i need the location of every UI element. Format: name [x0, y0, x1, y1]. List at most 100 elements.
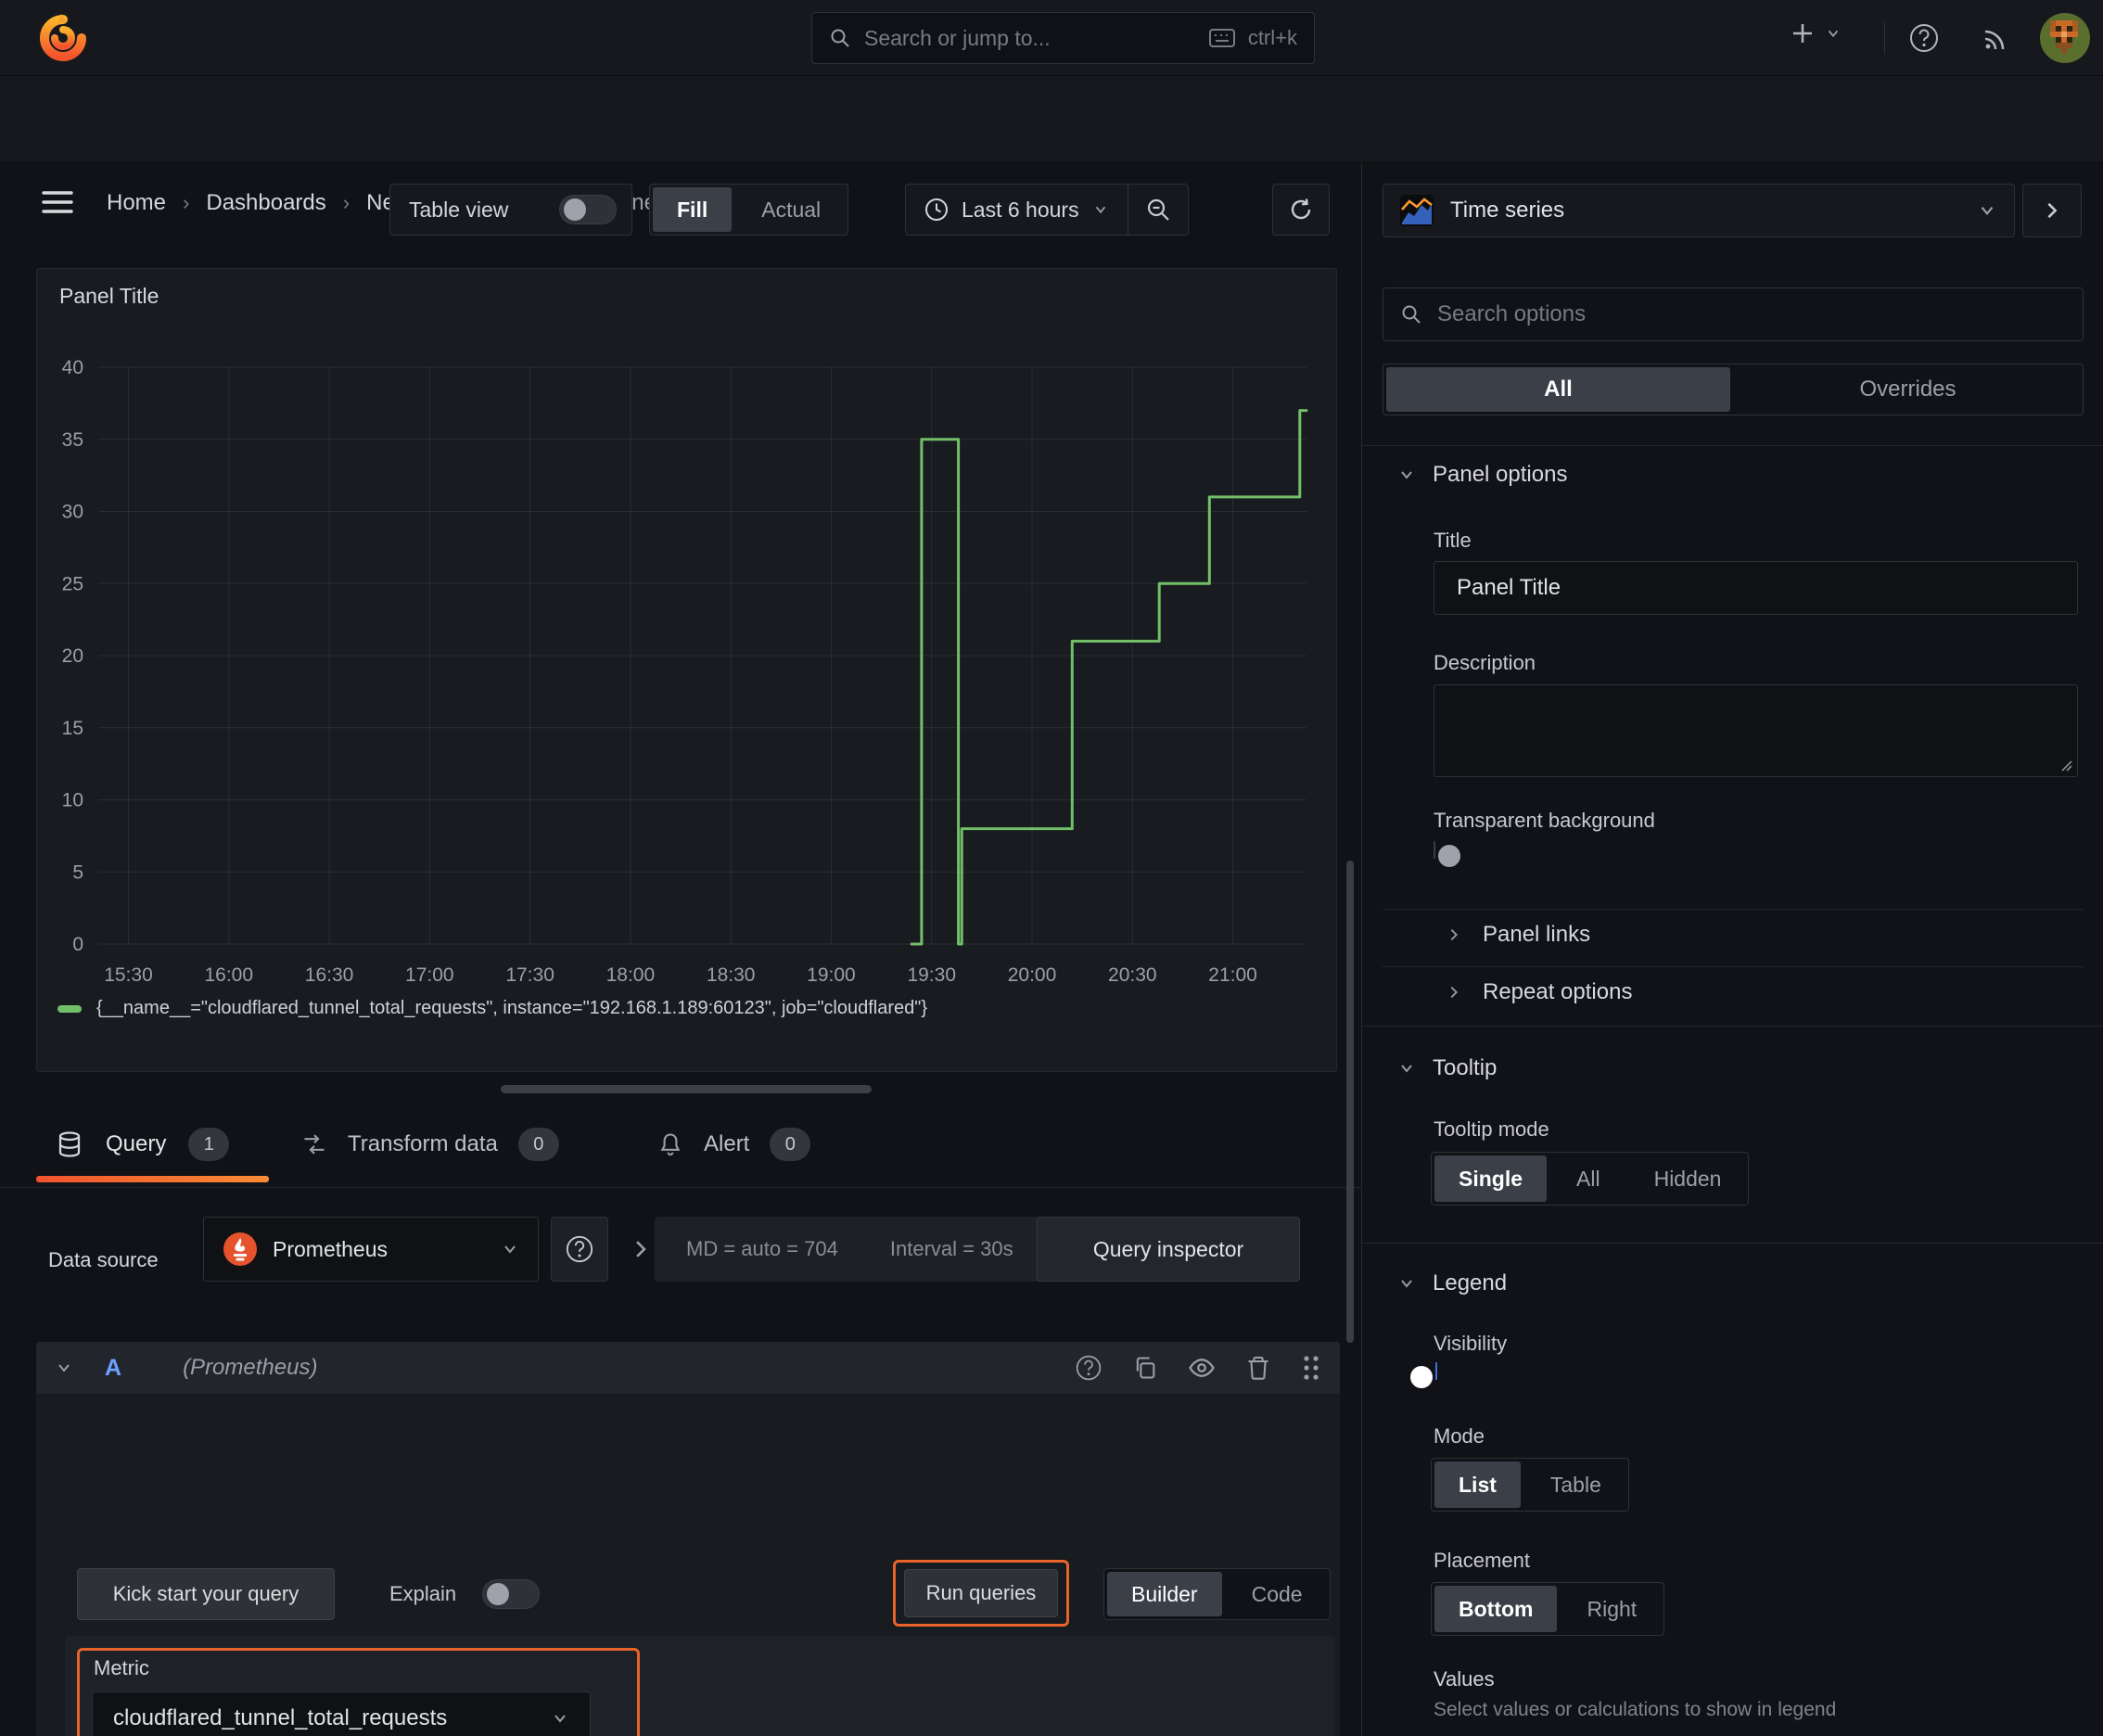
- refresh-button[interactable]: [1272, 184, 1330, 236]
- chevron-down-icon: [1397, 1274, 1416, 1293]
- query-help-icon[interactable]: [1075, 1354, 1102, 1382]
- filter-tab-overrides[interactable]: Overrides: [1736, 367, 2080, 412]
- table-view-toggle[interactable]: [559, 195, 617, 224]
- time-range-picker[interactable]: Last 6 hours: [906, 185, 1128, 235]
- query-ref-id[interactable]: A: [105, 1355, 121, 1382]
- chevron-down-icon: [1092, 201, 1109, 218]
- help-button[interactable]: [1908, 22, 1940, 54]
- kickstart-query-button[interactable]: Kick start your query: [77, 1568, 335, 1620]
- tooltip-section-header[interactable]: Tooltip: [1397, 1055, 1497, 1081]
- run-queries-button[interactable]: Run queries: [904, 1569, 1058, 1617]
- chevron-right-icon: [1446, 984, 1462, 1001]
- description-textarea[interactable]: [1434, 684, 2078, 777]
- placement-label: Placement: [1434, 1549, 1530, 1572]
- legend-series-label[interactable]: {__name__="cloudflared_tunnel_total_requ…: [96, 998, 927, 1019]
- grafana-logo-icon[interactable]: [37, 12, 89, 64]
- query-ref-hint: (Prometheus): [183, 1355, 318, 1380]
- metric-value: cloudflared_tunnel_total_requests: [113, 1705, 448, 1730]
- svg-text:20: 20: [62, 645, 83, 667]
- query-row-card: A (Prometheus) Kick start your query Exp…: [36, 1342, 1340, 1736]
- tab-alert-label: Alert: [704, 1131, 750, 1156]
- collapse-query-chevron-down-icon[interactable]: [55, 1359, 73, 1377]
- fit-actual-option[interactable]: Actual: [737, 187, 845, 232]
- explain-toggle[interactable]: [482, 1579, 541, 1609]
- tabs-divider: [0, 1187, 1361, 1188]
- svg-text:18:30: 18:30: [707, 964, 756, 986]
- avatar-pixel-art: [2050, 20, 2056, 26]
- chevron-right-icon: [1446, 926, 1462, 943]
- transparent-bg-toggle[interactable]: [1434, 841, 1460, 867]
- tab-query-badge: 1: [188, 1128, 230, 1161]
- visualization-value: Time series: [1450, 198, 1565, 223]
- tooltip-mode-all[interactable]: All: [1552, 1155, 1625, 1202]
- editor-mode-builder[interactable]: Builder: [1107, 1572, 1222, 1616]
- vertical-scrollbar[interactable]: [1346, 861, 1354, 1343]
- section-divider: [1383, 909, 2084, 910]
- global-search-box[interactable]: ctrl+k: [811, 12, 1315, 64]
- tab-alert[interactable]: Alert 0: [657, 1118, 811, 1170]
- placement-right[interactable]: Right: [1562, 1586, 1661, 1632]
- tab-transform-badge: 0: [517, 1128, 559, 1161]
- svg-text:21:00: 21:00: [1208, 964, 1257, 986]
- tooltip-mode-hidden[interactable]: Hidden: [1630, 1155, 1746, 1202]
- visibility-label: Visibility: [1434, 1332, 1508, 1355]
- panel-title-value: Panel Title: [1457, 575, 1561, 600]
- explain-label: Explain: [389, 1582, 457, 1605]
- options-search-input[interactable]: [1437, 301, 2066, 327]
- zoom-out-button[interactable]: [1128, 185, 1188, 235]
- svg-text:15:30: 15:30: [104, 964, 153, 986]
- table-view-control: Table view: [389, 184, 632, 236]
- user-avatar[interactable]: [2040, 13, 2090, 63]
- datasource-picker[interactable]: Prometheus: [203, 1217, 539, 1282]
- panel-title-input[interactable]: Panel Title: [1434, 561, 2078, 615]
- repeat-options-section[interactable]: Repeat options: [1446, 979, 1632, 1005]
- svg-text:10: 10: [62, 790, 83, 811]
- duplicate-query-icon[interactable]: [1132, 1355, 1158, 1381]
- legend-mode-list[interactable]: List: [1434, 1462, 1521, 1508]
- options-search-box[interactable]: [1383, 287, 2084, 341]
- panel-title[interactable]: Panel Title: [59, 284, 159, 309]
- collapse-pane-chevron-right-button[interactable]: [2022, 184, 2082, 237]
- prometheus-icon: [223, 1232, 258, 1267]
- query-row-header[interactable]: A (Prometheus): [36, 1342, 1340, 1394]
- filter-tab-all[interactable]: All: [1386, 367, 1730, 412]
- tooltip-mode-label: Tooltip mode: [1434, 1117, 1549, 1141]
- delete-query-trash-icon[interactable]: [1245, 1355, 1271, 1381]
- disable-query-eye-icon[interactable]: [1188, 1354, 1216, 1382]
- expand-stats-chevron-right-icon[interactable]: [629, 1237, 653, 1261]
- time-controls: Last 6 hours: [905, 184, 1189, 236]
- global-search-input[interactable]: [864, 25, 1196, 51]
- legend-visibility-toggle[interactable]: [1410, 1362, 1437, 1388]
- metric-select[interactable]: cloudflared_tunnel_total_requests: [92, 1691, 591, 1736]
- time-series-chart[interactable]: 0 5 10 15 20 25 30 35 40 15:30 16:00 16:30 17:00 17:3…: [37, 310, 1338, 1005]
- legend-mode-table[interactable]: Table: [1526, 1462, 1625, 1508]
- drag-query-grip-icon[interactable]: [1301, 1354, 1321, 1382]
- svg-text:16:30: 16:30: [305, 964, 354, 986]
- visualization-picker[interactable]: Time series: [1383, 184, 2015, 237]
- legend-mode-group: List Table: [1431, 1458, 1629, 1512]
- fit-mode-group: Fill Actual: [649, 184, 849, 236]
- values-label: Values: [1434, 1667, 1495, 1691]
- fit-fill-option[interactable]: Fill: [653, 187, 733, 232]
- tooltip-mode-single[interactable]: Single: [1434, 1155, 1548, 1202]
- pane-resize-handle[interactable]: [501, 1085, 872, 1093]
- placement-bottom[interactable]: Bottom: [1434, 1586, 1558, 1632]
- svg-text:5: 5: [72, 862, 83, 883]
- editor-mode-group: Builder Code: [1103, 1568, 1331, 1620]
- svg-text:35: 35: [62, 429, 83, 451]
- panel-options-header[interactable]: Panel options: [1397, 462, 1567, 488]
- legend-series-swatch[interactable]: [57, 1004, 82, 1013]
- tab-transform-data[interactable]: Transform data 0: [301, 1118, 559, 1170]
- new-item-button[interactable]: [1790, 20, 1842, 46]
- panel-links-section[interactable]: Panel links: [1446, 922, 1590, 948]
- description-field-label: Description: [1434, 651, 1536, 674]
- textarea-resize-handle-icon[interactable]: [2059, 759, 2072, 772]
- query-inspector-button[interactable]: Query inspector: [1037, 1217, 1300, 1282]
- datasource-help-button[interactable]: [551, 1217, 608, 1282]
- tab-query[interactable]: Query 1: [56, 1118, 230, 1170]
- editor-mode-code[interactable]: Code: [1228, 1572, 1327, 1616]
- svg-text:30: 30: [62, 502, 83, 523]
- topbar-divider: [1884, 21, 1885, 55]
- news-feed-icon[interactable]: [1981, 24, 2010, 54]
- legend-section-header[interactable]: Legend: [1397, 1270, 1507, 1296]
